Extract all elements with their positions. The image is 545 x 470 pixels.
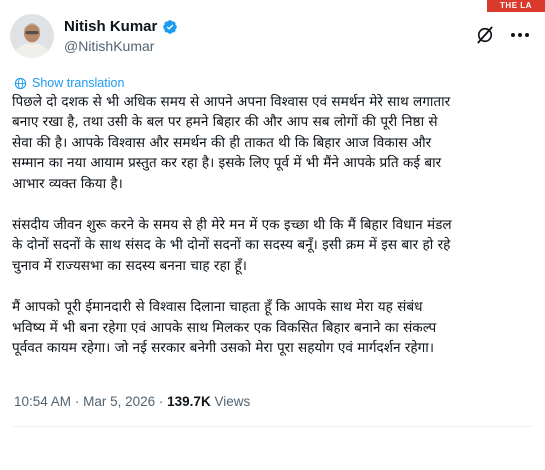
avatar[interactable] xyxy=(10,14,54,58)
tweet-line: मैं आपको पूरी ईमानदारी से विश्वास दिलाना… xyxy=(12,299,423,316)
tweet-line: पिछले दो दशक से भी अधिक समय से आपने अपना… xyxy=(12,94,451,110)
person-portrait-icon xyxy=(10,14,54,58)
tweet-line: के दोनों सदनों के साथ संसद के भी दोनों स… xyxy=(12,237,451,254)
tweet-paragraph: संसदीय जीवन शुरू करने के समय से ही मेरे … xyxy=(12,215,537,276)
author-block: Nitish Kumar @NitishKumar xyxy=(64,18,178,54)
verified-badge-icon xyxy=(163,19,178,34)
tweet-line: भविष्य में भी बना रहेगा एवं आपके साथ मिल… xyxy=(12,319,437,336)
tweet-paragraph: पिछले दो दशक से भी अधिक समय से आपने अपना… xyxy=(12,92,537,194)
meta-separator: · xyxy=(158,394,164,409)
globe-icon xyxy=(14,77,27,89)
author-name[interactable]: Nitish Kumar xyxy=(64,18,157,35)
tweet-paragraph: मैं आपको पूरी ईमानदारी से विश्वास दिलाना… xyxy=(12,297,537,358)
tweet-line: संसदीय जीवन शुरू करने के समय से ही मेरे … xyxy=(12,216,452,233)
corner-badge: THE LA xyxy=(487,0,545,12)
tweet-line: पूर्ववत कायम रहेगा। जो नई सरकार बनेगी उस… xyxy=(12,339,434,356)
author-handle[interactable]: @NitishKumar xyxy=(64,38,178,54)
tweet-line: आभार व्यक्त किया है। xyxy=(12,175,123,192)
tweet-line: सम्मान का नया आयाम प्रस्तुत कर रहा है। इ… xyxy=(12,155,442,172)
tweet-header: Nitish Kumar @NitishKumar xyxy=(10,14,535,60)
tweet-text: पिछले दो दशक से भी अधिक समय से आपने अपना… xyxy=(12,92,537,379)
tweet-line: सेवा की है। आपके विश्वास और समर्थन की ही… xyxy=(12,134,432,151)
tweet-line: बनाए रखा है, तथा उसी के बल पर हमने बिहार… xyxy=(12,114,438,131)
views-label: Views xyxy=(214,394,251,409)
tweet-line: चुनाव में राज्यसभा का सदस्य बनना चाह रहा… xyxy=(12,257,247,274)
show-translation-link[interactable]: Show translation xyxy=(14,76,124,90)
tweet-date[interactable]: Mar 5, 2026 xyxy=(83,394,155,409)
divider xyxy=(12,426,533,427)
meta-separator: · xyxy=(74,394,80,409)
tweet-meta: 10:54 AM · Mar 5, 2026 · 139.7K Views xyxy=(14,394,250,409)
tweet-time[interactable]: 10:54 AM xyxy=(14,394,71,409)
views-count: 139.7K xyxy=(167,394,211,409)
tweet-card: THE LA Nitish Kumar @NitishKumar Show tr… xyxy=(0,0,545,470)
show-translation-label: Show translation xyxy=(32,76,125,90)
grok-icon[interactable] xyxy=(475,25,495,45)
more-options-icon[interactable] xyxy=(509,29,531,41)
